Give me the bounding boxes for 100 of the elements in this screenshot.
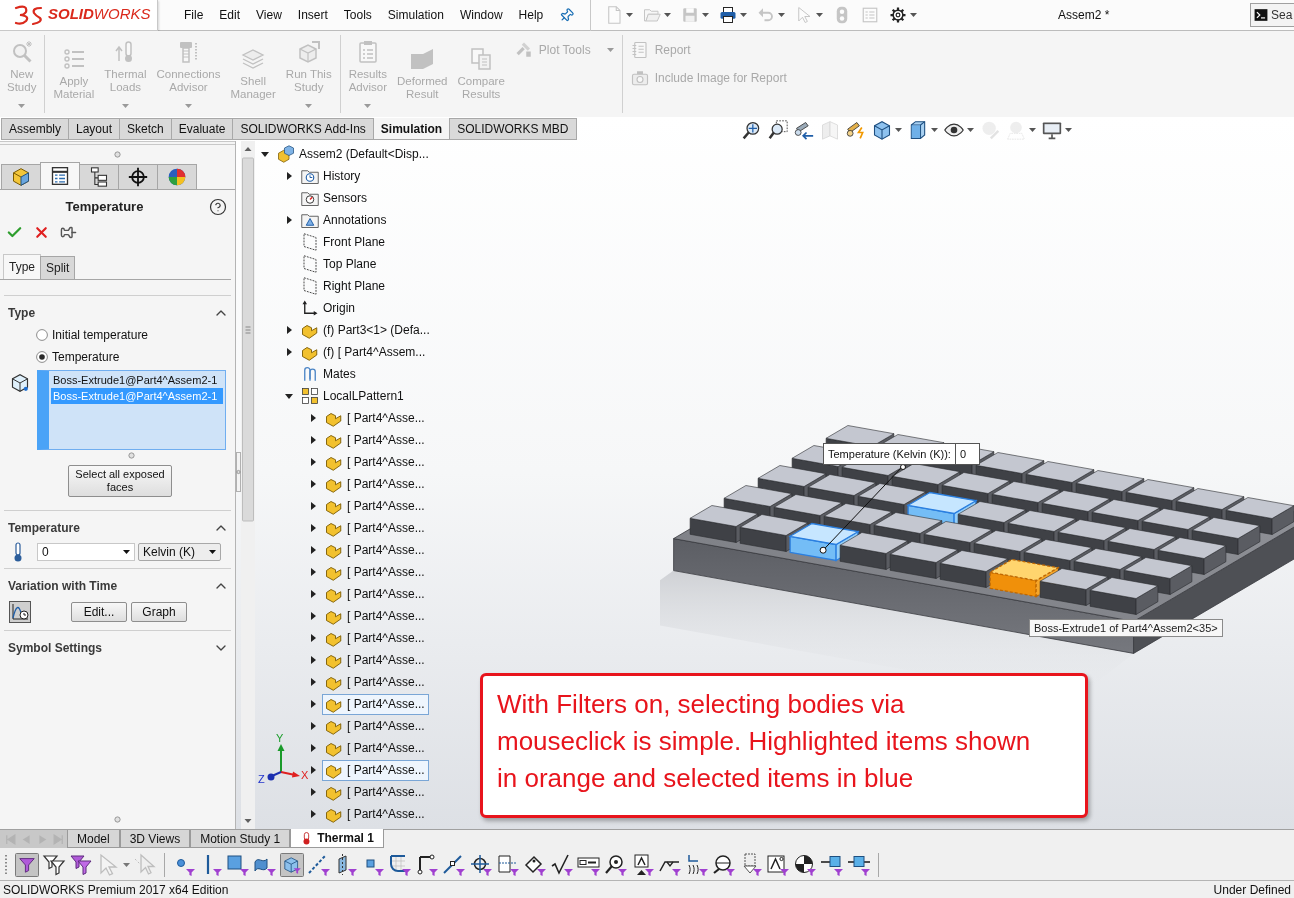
action-button[interactable]: Select all exposed faces <box>68 465 172 497</box>
radio-button[interactable] <box>36 351 48 363</box>
funnel-stack-icon[interactable] <box>69 852 93 877</box>
expand-arrow-icon[interactable] <box>309 634 317 642</box>
tree-item[interactable]: LocalLPattern1 <box>298 385 408 407</box>
search-field[interactable]: Sea <box>1250 3 1294 27</box>
expand-arrow-icon[interactable] <box>309 766 317 774</box>
menu-item[interactable]: Simulation <box>379 6 452 24</box>
command-tab[interactable]: Layout <box>68 118 121 140</box>
expand-arrow-icon[interactable] <box>309 502 317 510</box>
check-root-filter-icon[interactable] <box>550 852 574 877</box>
tree-item[interactable]: [ Part4^Asse... <box>322 495 429 517</box>
radio-button[interactable] <box>36 329 48 341</box>
shaded-box-icon[interactable] <box>908 120 928 140</box>
command-tab[interactable]: Sketch <box>119 118 172 140</box>
expand-arrow-icon[interactable] <box>309 678 317 686</box>
expand-arrow-icon[interactable] <box>309 612 317 620</box>
tree-item[interactable]: [ Part4^Asse... <box>322 451 429 473</box>
tree-item[interactable]: [ Part4^Asse... <box>322 583 429 605</box>
binoculars-arrow-icon[interactable] <box>794 120 814 140</box>
search-input[interactable]: Sea <box>1271 6 1294 24</box>
monitor-icon[interactable] <box>1042 120 1062 140</box>
tree-item[interactable]: [ Part4^Asse... <box>322 649 429 671</box>
expand-arrow-icon[interactable] <box>285 172 293 180</box>
scrollbar[interactable] <box>241 141 255 829</box>
funnel-icon[interactable] <box>15 852 39 877</box>
tree-item[interactable]: [ Part4^Asse... <box>322 803 429 825</box>
tree-item[interactable]: Sensors <box>298 187 372 209</box>
action-button[interactable]: Edit... <box>71 602 127 622</box>
model-tab[interactable]: Model <box>67 830 120 848</box>
radio-label[interactable]: Temperature <box>52 348 120 366</box>
tree-item[interactable]: [ Part4^Asse... <box>322 781 429 803</box>
segment-filter-icon[interactable] <box>415 852 439 877</box>
tree-item[interactable]: Front Plane <box>298 231 390 253</box>
zoom-area-icon[interactable] <box>768 120 788 140</box>
panel-tab[interactable] <box>79 164 119 189</box>
frame-filter-icon[interactable] <box>496 852 520 877</box>
annotation-view-icon[interactable] <box>846 120 866 140</box>
stand-filter-icon[interactable] <box>631 852 655 877</box>
graph-icon[interactable] <box>9 601 31 623</box>
tree-item[interactable]: [ Part4^Asse... <box>322 473 429 495</box>
caret-icon[interactable] <box>931 128 938 132</box>
expand-arrow-icon[interactable] <box>309 590 317 598</box>
tree-item[interactable]: Origin <box>298 297 359 319</box>
toolbar-grip-icon[interactable] <box>4 853 8 876</box>
tree-item[interactable]: [ Part4^Asse... <box>322 627 429 649</box>
unit-dropdown[interactable]: Kelvin (K) <box>138 543 221 561</box>
collapse-arrow-icon[interactable] <box>285 392 293 400</box>
tree-item[interactable]: [ Part4^Asse... <box>322 561 429 583</box>
wave-filter-icon[interactable] <box>685 852 709 877</box>
selection-list[interactable]: Boss-Extrude1@Part4^Assem2-1 Boss-Extrude1@Part4^Assem2-1 <box>37 370 226 450</box>
settings-icon[interactable] <box>889 6 908 24</box>
tree-item[interactable]: Mates <box>298 363 360 385</box>
view-cube-icon[interactable] <box>872 120 892 140</box>
expand-arrow-icon[interactable] <box>309 788 317 796</box>
splitter-handle-icon[interactable] <box>114 816 121 823</box>
value-combobox[interactable]: 0 <box>37 543 135 561</box>
expand-arrow-icon[interactable] <box>309 722 317 730</box>
tree-item[interactable]: [ Part4^Asse... <box>322 407 429 429</box>
tree-item[interactable]: (f) [ Part4^Assem... <box>298 341 430 363</box>
diagonal-filter-icon[interactable] <box>442 852 466 877</box>
expand-arrow-icon[interactable] <box>309 480 317 488</box>
menu-item[interactable]: Window <box>451 6 511 24</box>
tree-item[interactable]: [ Part4^Asse... <box>322 715 429 737</box>
expand-arrow-icon[interactable] <box>309 810 317 818</box>
menu-item[interactable]: File <box>176 6 212 24</box>
menu-item[interactable]: Help <box>510 6 552 24</box>
command-tab[interactable]: Evaluate <box>170 118 234 140</box>
tree-item[interactable]: Top Plane <box>298 253 381 275</box>
expand-arrow-icon[interactable] <box>309 414 317 422</box>
collapse-arrow-icon[interactable] <box>261 150 269 158</box>
resize-handle-icon[interactable] <box>236 452 241 492</box>
printer-icon[interactable] <box>719 6 738 24</box>
caret-icon[interactable] <box>740 13 748 17</box>
expand-arrow-icon[interactable] <box>309 744 317 752</box>
magnifier-filter-icon[interactable] <box>604 852 628 877</box>
target-filter-icon[interactable] <box>469 852 493 877</box>
panel-subtab[interactable]: Type <box>3 254 41 279</box>
radio-label[interactable]: Initial temperature <box>52 326 149 344</box>
command-tab[interactable]: SOLIDWORKS MBD <box>449 118 577 140</box>
command-tab[interactable]: Simulation <box>372 118 451 140</box>
tree-item[interactable]: [ Part4^Asse... <box>322 671 429 693</box>
circle-line-filter-icon[interactable] <box>712 852 736 877</box>
menu-item[interactable]: View <box>248 6 290 24</box>
model-tab[interactable]: Thermal 1 <box>290 829 384 848</box>
expand-arrow-icon[interactable] <box>309 524 317 532</box>
expand-arrow-icon[interactable] <box>285 348 293 356</box>
tree-item[interactable]: [ Part4^Asse... <box>322 693 429 715</box>
caret-icon[interactable] <box>895 128 902 132</box>
menu-item[interactable]: Insert <box>289 6 336 24</box>
model-tab[interactable]: 3D Views <box>119 830 191 848</box>
model-tab[interactable]: Motion Study 1 <box>190 830 291 848</box>
command-tab[interactable]: Assembly <box>1 118 69 140</box>
help-icon[interactable] <box>209 198 227 216</box>
tree-item[interactable]: [ Part4^Asse... <box>322 539 429 561</box>
tree-item[interactable]: Assem2 (Default<Disp... <box>274 143 433 165</box>
tree-item[interactable]: [ Part4^Asse... <box>322 737 429 759</box>
funnel-outline-stack-icon[interactable] <box>42 852 66 877</box>
expand-arrow-icon[interactable] <box>285 216 293 224</box>
mass-center-filter-icon[interactable] <box>793 852 817 877</box>
